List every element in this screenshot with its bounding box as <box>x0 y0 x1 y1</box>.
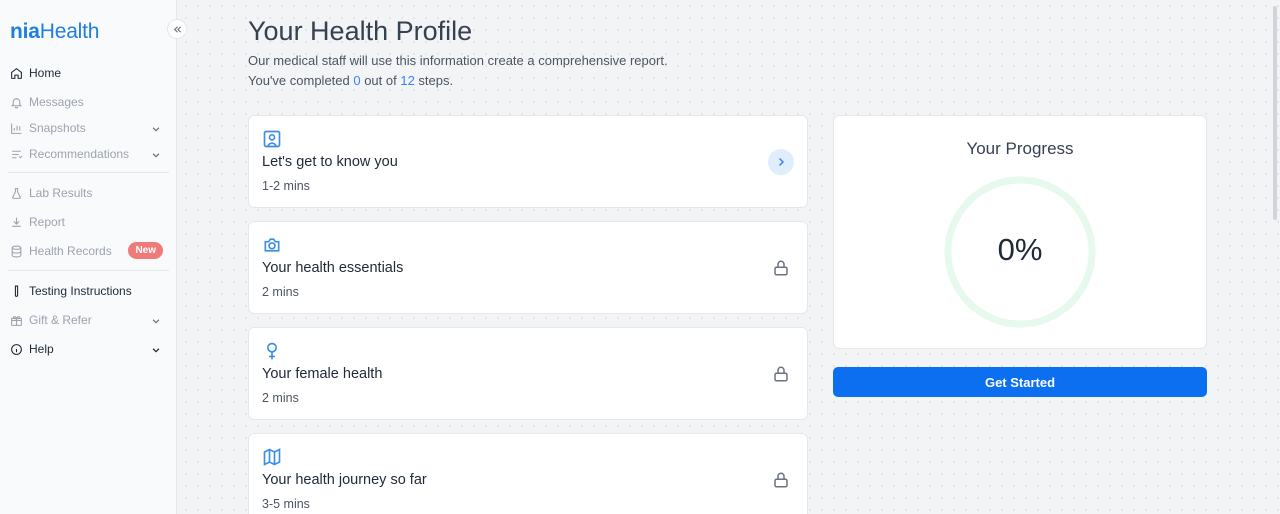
sidebar-item-label: Home <box>29 66 62 80</box>
sidebar-item-health-records[interactable]: Health Records New <box>10 241 165 261</box>
flask-icon <box>10 187 23 200</box>
page-title: Your Health Profile <box>248 16 473 46</box>
sidebar-item-recommendations[interactable]: Recommendations <box>10 144 165 164</box>
page-scrollbar[interactable] <box>1273 6 1277 220</box>
locked-indicator <box>768 467 794 493</box>
home-icon <box>10 67 23 80</box>
collapse-sidebar-button[interactable] <box>167 19 187 39</box>
profile-step-card[interactable]: Your health essentials 2 mins <box>248 221 808 314</box>
chevron-right-icon <box>775 156 787 168</box>
map-icon <box>262 447 282 467</box>
card-duration: 3-5 mins <box>262 497 310 511</box>
bar-chart-icon <box>10 122 23 135</box>
steps-progress-text: You've completed 0 out of 12 steps. <box>248 73 454 88</box>
sidebar-item-label: Report <box>29 215 66 229</box>
profile-step-card[interactable]: Let's get to know you 1-2 mins <box>248 115 808 208</box>
nav-divider <box>8 270 169 271</box>
test-tube-icon <box>10 285 23 298</box>
sidebar-item-messages[interactable]: Messages <box>10 92 165 112</box>
card-title: Your female health <box>262 366 383 382</box>
lock-icon <box>772 365 790 383</box>
double-chevron-left-icon <box>172 24 183 35</box>
female-icon <box>262 341 282 361</box>
sidebar-item-label: Snapshots <box>29 121 86 135</box>
total-count: 12 <box>400 73 415 88</box>
card-title: Your health journey so far <box>262 472 427 488</box>
chevron-down-icon[interactable] <box>151 123 161 137</box>
locked-indicator <box>768 255 794 281</box>
sidebar-item-snapshots[interactable]: Snapshots <box>10 118 165 138</box>
bell-icon <box>10 96 23 109</box>
sidebar-item-gift-refer[interactable]: Gift & Refer <box>10 310 165 330</box>
chevron-down-icon[interactable] <box>151 315 161 329</box>
list-icon <box>10 148 23 161</box>
progress-percentage: 0% <box>997 232 1043 267</box>
camera-icon <box>262 235 282 255</box>
sidebar-item-label: Lab Results <box>29 186 93 200</box>
lock-icon <box>772 471 790 489</box>
sidebar-item-help[interactable]: Help <box>10 339 165 359</box>
download-icon <box>10 216 23 229</box>
database-icon <box>10 245 23 258</box>
sidebar-item-label: Recommendations <box>29 147 130 161</box>
sidebar-item-label: Testing Instructions <box>29 284 132 298</box>
progress-card: Your Progress 0% <box>833 115 1207 349</box>
card-title: Let's get to know you <box>262 154 398 170</box>
card-duration: 2 mins <box>262 391 299 405</box>
sidebar-item-home[interactable]: Home <box>10 63 165 83</box>
card-title: Your health essentials <box>262 260 404 276</box>
sidebar-item-label: Gift & Refer <box>29 313 92 327</box>
nav-divider <box>8 172 169 173</box>
sidebar: niaHealth Home Messages Snapshots Recomm… <box>0 0 177 514</box>
locked-indicator <box>768 361 794 387</box>
sidebar-item-label: Messages <box>29 95 84 109</box>
sidebar-item-label: Help <box>29 342 54 356</box>
progress-title: Your Progress <box>966 139 1074 158</box>
page-subtitle: Our medical staff will use this informat… <box>248 53 668 68</box>
chevron-down-icon[interactable] <box>151 344 161 358</box>
completed-count: 0 <box>353 73 361 88</box>
sidebar-item-lab-results[interactable]: Lab Results <box>10 183 165 203</box>
sidebar-item-report[interactable]: Report <box>10 212 165 232</box>
app-logo[interactable]: niaHealth <box>10 20 99 44</box>
info-icon <box>10 343 23 356</box>
new-badge: New <box>128 242 163 259</box>
chevron-down-icon[interactable] <box>151 149 161 163</box>
profile-step-card[interactable]: Your health journey so far 3-5 mins <box>248 433 808 514</box>
get-started-button[interactable]: Get Started <box>833 367 1207 397</box>
card-duration: 1-2 mins <box>262 179 310 193</box>
gift-icon <box>10 314 23 327</box>
sidebar-item-testing-instructions[interactable]: Testing Instructions <box>10 281 165 301</box>
start-step-button[interactable] <box>768 149 794 175</box>
profile-icon <box>262 129 282 149</box>
profile-step-card[interactable]: Your female health 2 mins <box>248 327 808 420</box>
sidebar-item-label: Health Records <box>29 244 112 258</box>
lock-icon <box>772 259 790 277</box>
card-duration: 2 mins <box>262 285 299 299</box>
